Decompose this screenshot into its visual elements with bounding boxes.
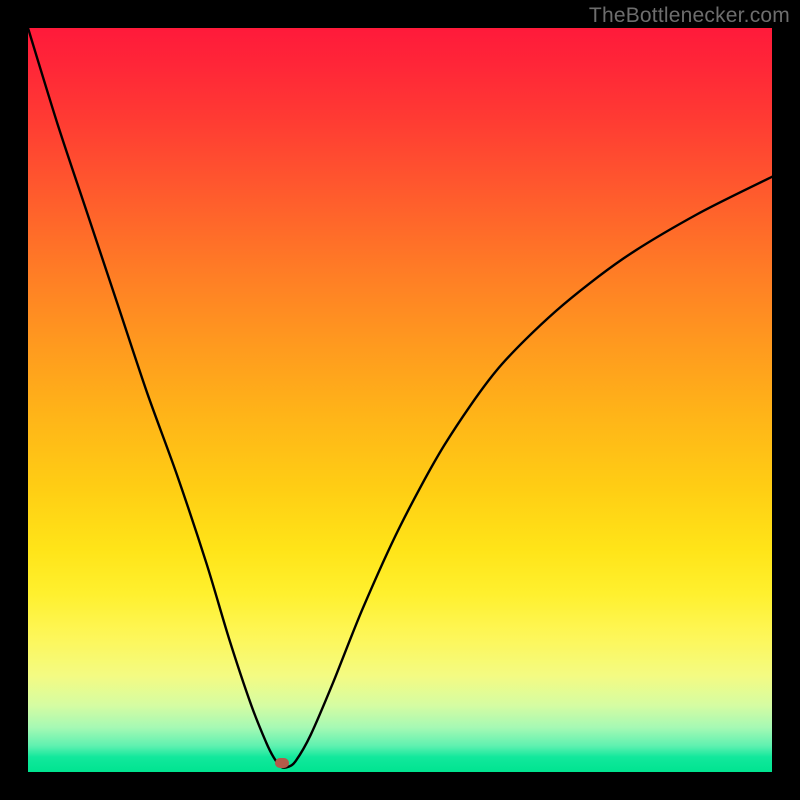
- optimal-point-marker: [275, 758, 289, 768]
- plot-area: [28, 28, 772, 772]
- watermark-text: TheBottlenecker.com: [589, 4, 790, 28]
- bottleneck-curve: [28, 28, 772, 772]
- chart-frame: TheBottlenecker.com: [0, 0, 800, 800]
